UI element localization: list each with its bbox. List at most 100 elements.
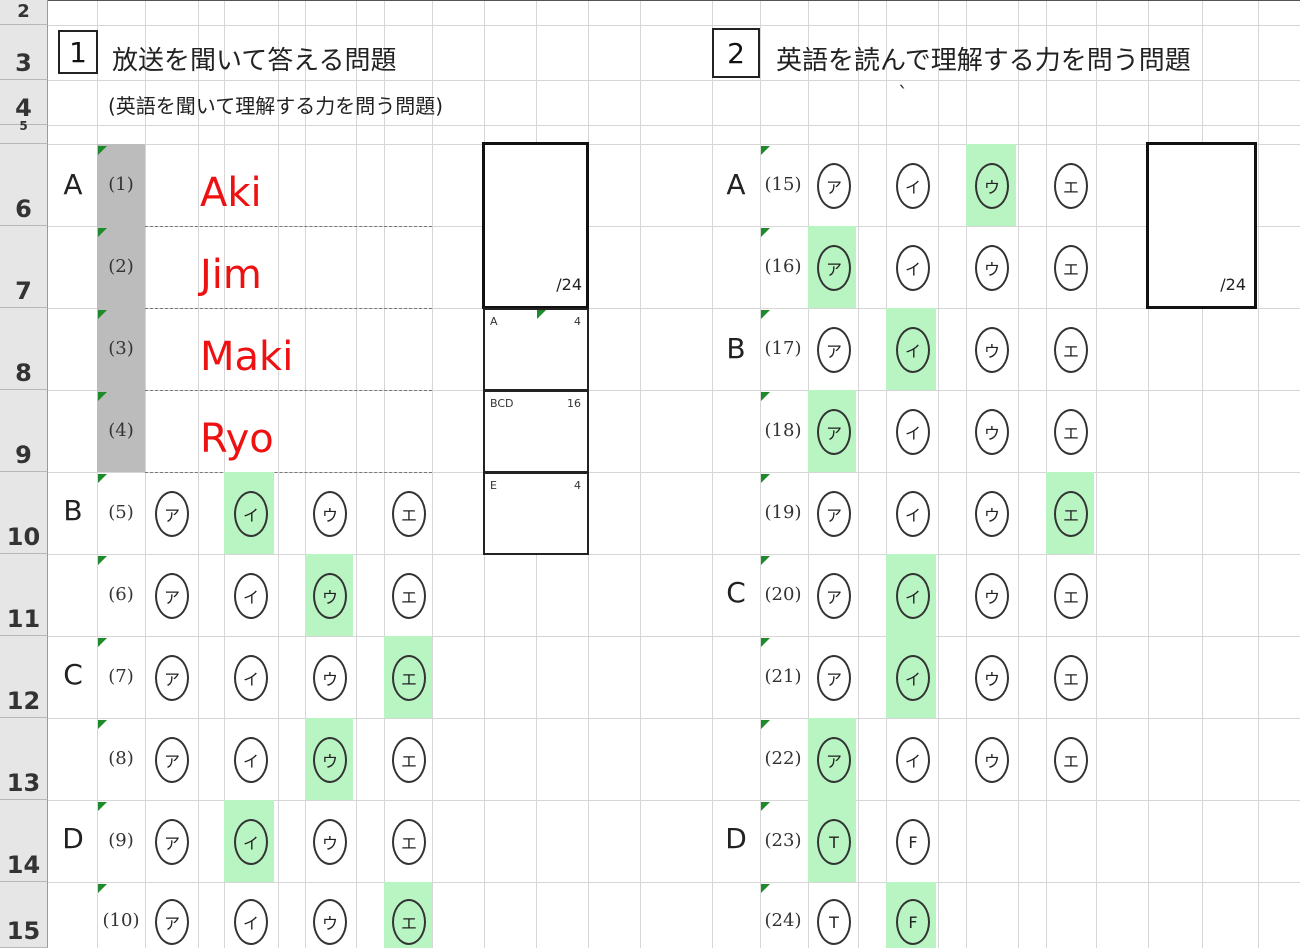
breakdown-label: BCD [490,397,514,410]
cell-marker [98,884,107,893]
choice-bubble[interactable]: イ [896,737,930,783]
choice-bubble[interactable]: エ [1054,655,1088,701]
choice-bubble[interactable]: イ [896,409,930,455]
choice-bubble[interactable]: ア [817,245,851,291]
choice-bubble[interactable]: イ [896,655,930,701]
choice-bubble[interactable]: ア [155,737,189,783]
section2-score-box[interactable]: /24 [1146,142,1257,309]
answer-name[interactable]: Maki [200,334,293,380]
choice-bubble[interactable]: イ [896,245,930,291]
choice-bubble[interactable]: イ [896,491,930,537]
cell-marker [761,556,770,565]
choice-bubble[interactable]: ウ [975,573,1009,619]
choice-bubble[interactable]: イ [896,163,930,209]
section1-group-a: A [63,168,83,201]
choice-bubble[interactable]: イ [234,655,268,701]
row-number: 4 [15,94,32,122]
choice-bubble[interactable]: エ [1054,573,1088,619]
answer-name[interactable]: Aki [200,170,262,216]
choice-bubble[interactable]: T [817,819,851,865]
breakdown-box: BCD 16 [483,390,589,473]
choice-bubble[interactable]: エ [392,655,426,701]
question-label: (8) [108,748,134,769]
choice-bubble[interactable]: イ [896,573,930,619]
choice-bubble[interactable]: ウ [975,737,1009,783]
choice-bubble[interactable]: ウ [975,163,1009,209]
choice-bubble[interactable]: ア [817,573,851,619]
choice-bubble[interactable]: T [817,899,851,945]
choice-bubble[interactable]: エ [392,737,426,783]
choice-bubble[interactable]: F [896,899,930,945]
section1-number-box: 1 [58,30,98,74]
choice-bubble[interactable]: イ [234,899,268,945]
row-number: 7 [15,277,32,305]
row-header[interactable]: 2 [0,0,48,25]
choice-bubble[interactable]: ア [817,655,851,701]
choice-bubble[interactable]: ア [155,573,189,619]
choice-bubble[interactable]: ア [155,491,189,537]
cell-marker [761,802,770,811]
choice-bubble[interactable]: イ [896,327,930,373]
choice-bubble[interactable]: ア [155,819,189,865]
cell-marker [761,720,770,729]
choice-bubble[interactable]: ア [817,327,851,373]
row-header[interactable]: 8 [0,308,48,390]
choice-bubble[interactable]: エ [1054,737,1088,783]
question-label: (9) [108,830,134,851]
choice-bubble[interactable]: ウ [975,409,1009,455]
row-number: 13 [6,769,41,797]
choice-bubble[interactable]: ア [155,899,189,945]
choice-bubble[interactable]: ウ [313,655,347,701]
row-header[interactable]: 7 [0,226,48,308]
cell-marker [98,228,107,237]
row-header[interactable]: 13 [0,718,48,800]
choice-bubble[interactable]: ウ [313,819,347,865]
choice-bubble[interactable]: ア [817,163,851,209]
row-header[interactable]: 3 [0,25,48,80]
row-header[interactable]: 15 [0,882,48,948]
answer-name[interactable]: Jim [200,252,262,298]
row-header[interactable]: 11 [0,554,48,636]
row-header[interactable]: 9 [0,390,48,472]
choice-bubble[interactable]: エ [392,573,426,619]
choice-bubble[interactable]: イ [234,737,268,783]
section1-score-box[interactable]: /24 [482,142,589,309]
choice-bubble[interactable]: エ [1054,491,1088,537]
answer-name[interactable]: Ryo [200,416,274,462]
row-header[interactable]: 5 [0,119,48,144]
cell-marker [98,310,107,319]
question-label: (20) [764,584,802,605]
choice-bubble[interactable]: エ [392,819,426,865]
choice-bubble[interactable]: エ [392,899,426,945]
choice-bubble[interactable]: ウ [975,655,1009,701]
choice-bubble[interactable]: ウ [313,737,347,783]
choice-bubble[interactable]: ア [817,409,851,455]
row-header[interactable]: 10 [0,472,48,554]
row-header[interactable]: 6 [0,144,48,226]
row-header[interactable]: 14 [0,800,48,882]
choice-bubble[interactable]: F [896,819,930,865]
choice-bubble[interactable]: ウ [313,899,347,945]
choice-bubble[interactable]: ウ [975,327,1009,373]
choice-bubble[interactable]: ア [817,491,851,537]
choice-bubble[interactable]: エ [1054,163,1088,209]
choice-bubble[interactable]: ア [155,655,189,701]
choice-bubble[interactable]: エ [1054,409,1088,455]
choice-bubble[interactable]: エ [1054,327,1088,373]
question-label: (18) [764,420,802,441]
dashed-divider [145,472,432,473]
choice-bubble[interactable]: イ [234,491,268,537]
choice-bubble[interactable]: ア [817,737,851,783]
choice-bubble[interactable]: エ [1054,245,1088,291]
choice-bubble[interactable]: ウ [975,491,1009,537]
choice-bubble[interactable]: ウ [313,491,347,537]
choice-bubble[interactable]: エ [392,491,426,537]
row-number: 8 [15,359,32,387]
question-label: (19) [764,502,802,523]
choice-bubble[interactable]: イ [234,819,268,865]
row-header[interactable]: 12 [0,636,48,718]
choice-bubble[interactable]: ウ [975,245,1009,291]
choice-bubble[interactable]: ウ [313,573,347,619]
question-label: (6) [108,584,134,605]
choice-bubble[interactable]: イ [234,573,268,619]
